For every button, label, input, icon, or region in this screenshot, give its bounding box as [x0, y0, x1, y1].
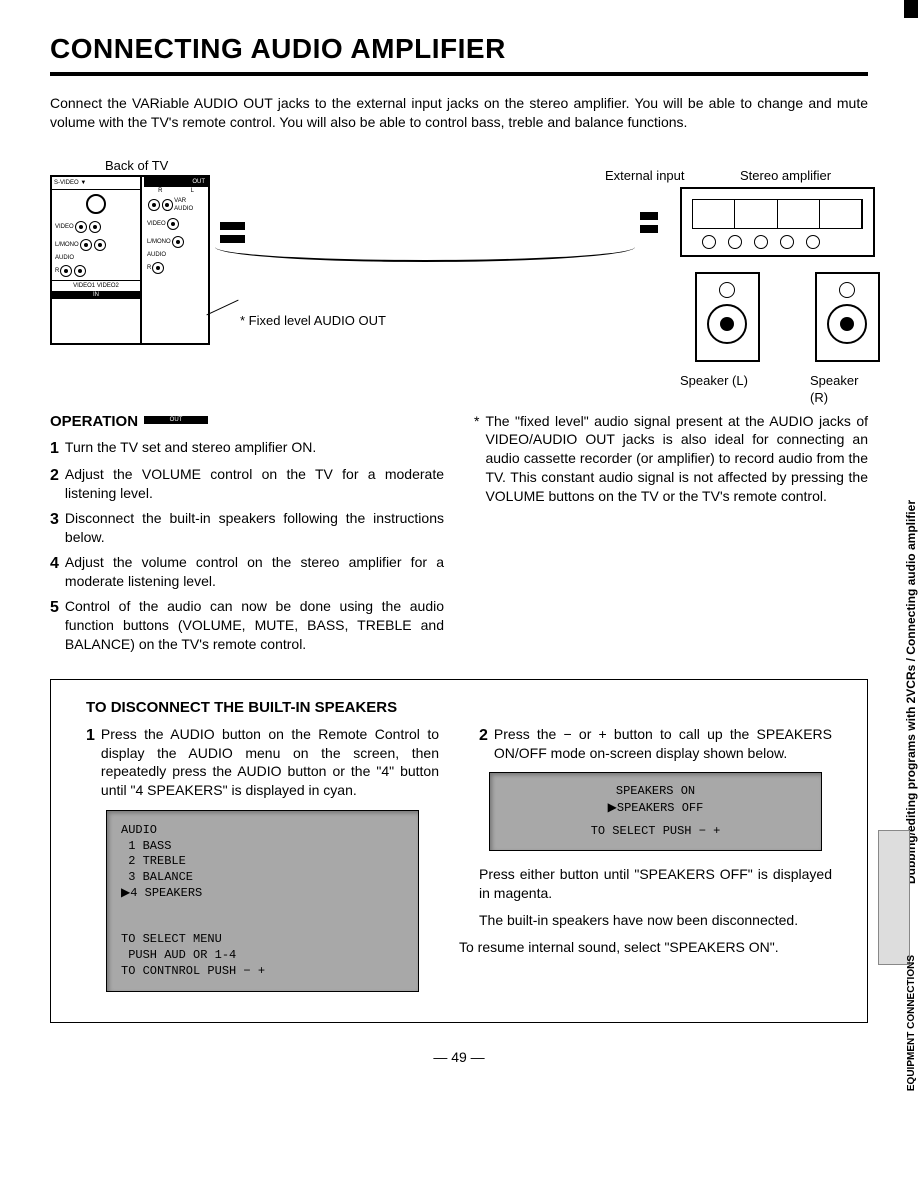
- cable-plug-left-1: [220, 222, 245, 230]
- operation-steps: 1Turn the TV set and stereo amplifier ON…: [50, 438, 444, 654]
- disconnect-heading: TO DISCONNECT THE BUILT-IN SPEAKERS: [86, 698, 832, 718]
- asterisk-icon: *: [474, 412, 479, 506]
- audio-cable: [215, 232, 635, 262]
- tv-back-panel: S-VIDEO ▼ VIDEO L/MONO AUDIO R VIDEO1 VI…: [50, 175, 210, 345]
- speaker-right: [815, 272, 880, 362]
- cable-plug-right-1: [640, 212, 658, 220]
- page-title: CONNECTING AUDIO AMPLIFIER: [50, 30, 868, 76]
- disconnect-result-1: Press either button until "SPEAKERS OFF"…: [479, 865, 832, 903]
- svideo-label: S-VIDEO ▼: [52, 177, 140, 190]
- connection-diagram: Back of TV S-VIDEO ▼ VIDEO L/MONO AUDIO …: [50, 157, 868, 387]
- page-number: — 49 —: [50, 1048, 868, 1067]
- resume-sound-note: To resume internal sound, select "SPEAKE…: [459, 938, 832, 957]
- cable-plug-right-2: [640, 225, 658, 233]
- speaker-l-label: Speaker (L): [680, 372, 748, 390]
- corner-mark: [904, 0, 918, 18]
- speaker-left: [695, 272, 760, 362]
- stereo-amplifier-label: Stereo amplifier: [740, 167, 831, 185]
- intro-paragraph: Connect the VARiable AUDIO OUT jacks to …: [50, 94, 868, 132]
- disconnect-result-2: The built-in speakers have now been disc…: [479, 911, 832, 930]
- fixed-level-note: * The "fixed level" audio signal present…: [474, 412, 868, 506]
- amplifier-graphic: [680, 187, 875, 257]
- side-tab: [878, 830, 910, 965]
- speaker-r-label: Speaker (R): [810, 372, 868, 407]
- disconnect-step-2: Press the − or + button to call up the S…: [494, 725, 832, 763]
- side-section-label: Dubbing/editing programs with 2VCRs / Co…: [903, 500, 918, 884]
- audio-menu-screen: AUDIO 1 BASS 2 TREBLE 3 BALANCE ▶4 SPEAK…: [106, 810, 419, 992]
- speakers-mode-screen: SPEAKERS ON ▶SPEAKERS OFF TO SELECT PUSH…: [489, 772, 822, 850]
- external-input-label: External input: [605, 167, 685, 185]
- fixed-level-label: * Fixed level AUDIO OUT: [240, 312, 386, 330]
- operation-heading: OPERATION: [50, 412, 444, 432]
- callout-line: [206, 299, 238, 315]
- operation-section: OPERATION 1Turn the TV set and stereo am…: [50, 412, 868, 660]
- side-tab-label: EQUIPMENT CONNECTIONS: [906, 955, 917, 1091]
- disconnect-speakers-box: TO DISCONNECT THE BUILT-IN SPEAKERS 1 Pr…: [50, 679, 868, 1023]
- disconnect-step-1: Press the AUDIO button on the Remote Con…: [101, 725, 439, 801]
- svideo-jack: [86, 194, 106, 214]
- back-of-tv-label: Back of TV: [105, 157, 168, 175]
